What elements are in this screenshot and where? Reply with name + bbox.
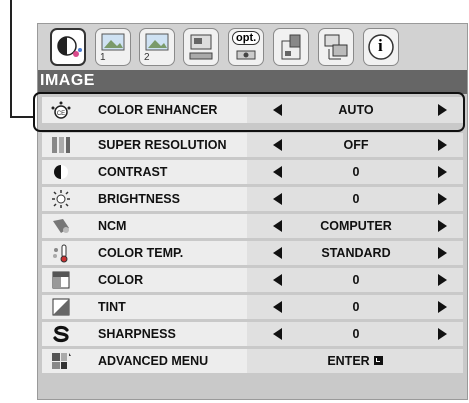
network-icon [324, 34, 348, 60]
tab-picture-2[interactable]: 2 [139, 28, 175, 66]
super-resolution-icon [52, 137, 70, 153]
tab-screen-setup[interactable] [183, 28, 219, 66]
menu-row-label: NCM [98, 219, 127, 233]
tab-picture-1[interactable]: 1 [95, 28, 131, 66]
tab-image[interactable] [50, 28, 86, 66]
menu-row-sharpness[interactable]: SHARPNESS 0 [42, 322, 463, 346]
menu-row-label: SUPER RESOLUTION [98, 138, 227, 152]
menu-row-value: 0 [352, 192, 360, 206]
arrow-right-icon[interactable] [438, 139, 447, 151]
selected-row-highlight [33, 92, 465, 132]
contrast-icon [54, 165, 68, 179]
enter-label-wrap: ENTER [247, 354, 463, 368]
sharpness-icon [53, 325, 69, 343]
ncm-icon [53, 219, 69, 233]
osd-menu-panel: 1 2 opt. i IMAGE CE COLOR ENHANCER AUTO … [37, 23, 468, 400]
menu-row-contrast[interactable]: CONTRAST 0 [42, 160, 463, 184]
screen-setup-icon [189, 34, 213, 60]
callout-line-horizontal [10, 116, 34, 118]
menu-row-label: COLOR TEMP. [98, 246, 184, 260]
advanced-menu-icon [52, 353, 71, 369]
brightness-icon [52, 190, 70, 208]
menu-row-color[interactable]: COLOR 0 [42, 268, 463, 292]
value-selector[interactable]: 0 [247, 322, 463, 346]
tab-number: 1 [100, 52, 106, 63]
arrow-right-icon[interactable] [438, 328, 447, 340]
value-selector[interactable]: COMPUTER [247, 214, 463, 238]
menu-row-value: 0 [352, 165, 360, 179]
info-label: i [378, 36, 383, 55]
menu-row-tint[interactable]: TINT 0 [42, 295, 463, 319]
tab-number: 2 [144, 52, 150, 63]
tab-opt[interactable]: opt. [228, 28, 264, 66]
value-selector[interactable]: 0 [247, 295, 463, 319]
color-temp-icon [53, 244, 68, 263]
menu-row-super-resolution[interactable]: SUPER RESOLUTION OFF [42, 133, 463, 157]
menu-row-brightness[interactable]: BRIGHTNESS 0 [42, 187, 463, 211]
menu-row-label: TINT [98, 300, 126, 314]
callout-line-vertical [10, 0, 12, 118]
opt-label: opt. [232, 31, 261, 45]
menu-row-label: BRIGHTNESS [98, 192, 180, 206]
arrow-right-icon[interactable] [438, 220, 447, 232]
menu-header: IMAGE [38, 70, 467, 94]
menu-row-label: COLOR [98, 273, 144, 287]
install-icon [281, 34, 301, 60]
enter-key-icon [373, 356, 383, 365]
value-selector[interactable]: 0 [247, 187, 463, 211]
menu-row-value: COMPUTER [320, 219, 392, 233]
menu-row-value: 0 [352, 300, 360, 314]
menu-row-value: STANDARD [321, 246, 391, 260]
menu-row-advanced-menu[interactable]: ADVANCED MENU ENTER [42, 349, 463, 373]
tab-info[interactable]: i [363, 28, 399, 66]
value-selector[interactable]: 0 [247, 268, 463, 292]
menu-title: IMAGE [40, 72, 95, 89]
value-selector[interactable]: 0 [247, 160, 463, 184]
menu-row-value: 0 [352, 327, 360, 341]
value-selector[interactable]: OFF [247, 133, 463, 157]
tab-network[interactable] [318, 28, 354, 66]
menu-row-label: ADVANCED MENU [98, 354, 209, 368]
value-selector[interactable]: STANDARD [247, 241, 463, 265]
menu-row-value: 0 [352, 273, 360, 287]
arrow-right-icon[interactable] [438, 247, 447, 259]
menu-row-color-temp[interactable]: COLOR TEMP. STANDARD [42, 241, 463, 265]
enter-label: ENTER [327, 354, 370, 368]
tint-icon [52, 298, 70, 316]
tab-install[interactable] [273, 28, 309, 66]
menu-tab-bar: 1 2 opt. i [38, 24, 467, 70]
menu-row-value: OFF [343, 138, 369, 152]
image-adjust-icon [57, 36, 82, 57]
menu-row-label: CONTRAST [98, 165, 168, 179]
arrow-right-icon[interactable] [438, 166, 447, 178]
enter-button[interactable]: ENTER [247, 349, 463, 373]
color-icon [52, 271, 70, 289]
menu-row-ncm[interactable]: NCM COMPUTER [42, 214, 463, 238]
menu-row-label: SHARPNESS [98, 327, 176, 341]
arrow-right-icon[interactable] [438, 301, 447, 313]
arrow-right-icon[interactable] [438, 274, 447, 286]
arrow-right-icon[interactable] [438, 193, 447, 205]
